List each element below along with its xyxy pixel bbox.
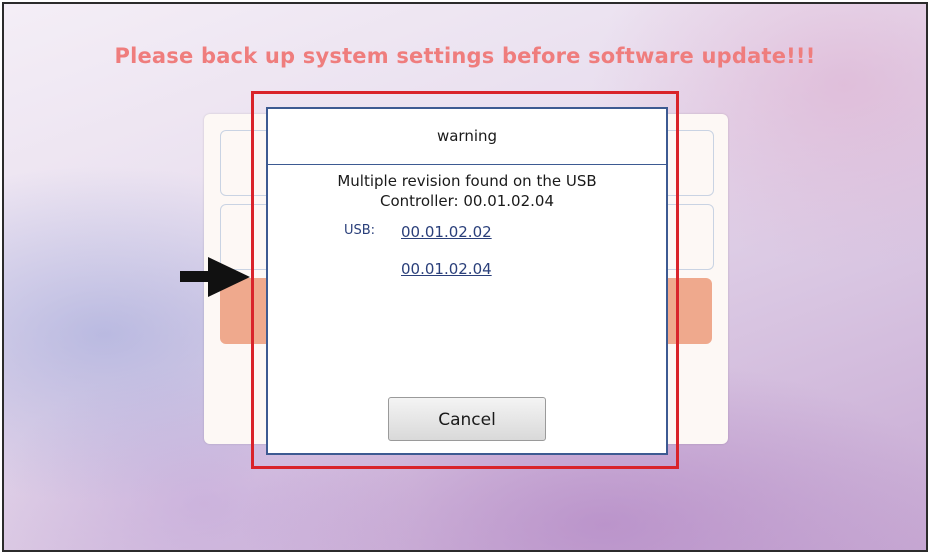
arrow-right-icon: [180, 257, 250, 297]
usb-revision-link[interactable]: 00.01.02.02: [401, 223, 492, 241]
warning-dialog: warning Multiple revision found on the U…: [266, 107, 668, 455]
dialog-message: Multiple revision found on the USB Contr…: [268, 171, 666, 211]
usb-label: USB:: [344, 223, 376, 238]
dialog-title: warning: [268, 109, 666, 165]
message-line: Multiple revision found on the USB: [337, 172, 597, 190]
controller-revision: Controller: 00.01.02.04: [380, 192, 554, 210]
cancel-button[interactable]: Cancel: [388, 397, 546, 441]
screen: Please back up system settings before so…: [2, 2, 928, 552]
backup-warning-headline: Please back up system settings before so…: [114, 44, 816, 68]
usb-revision-link[interactable]: 00.01.02.04: [401, 260, 492, 278]
